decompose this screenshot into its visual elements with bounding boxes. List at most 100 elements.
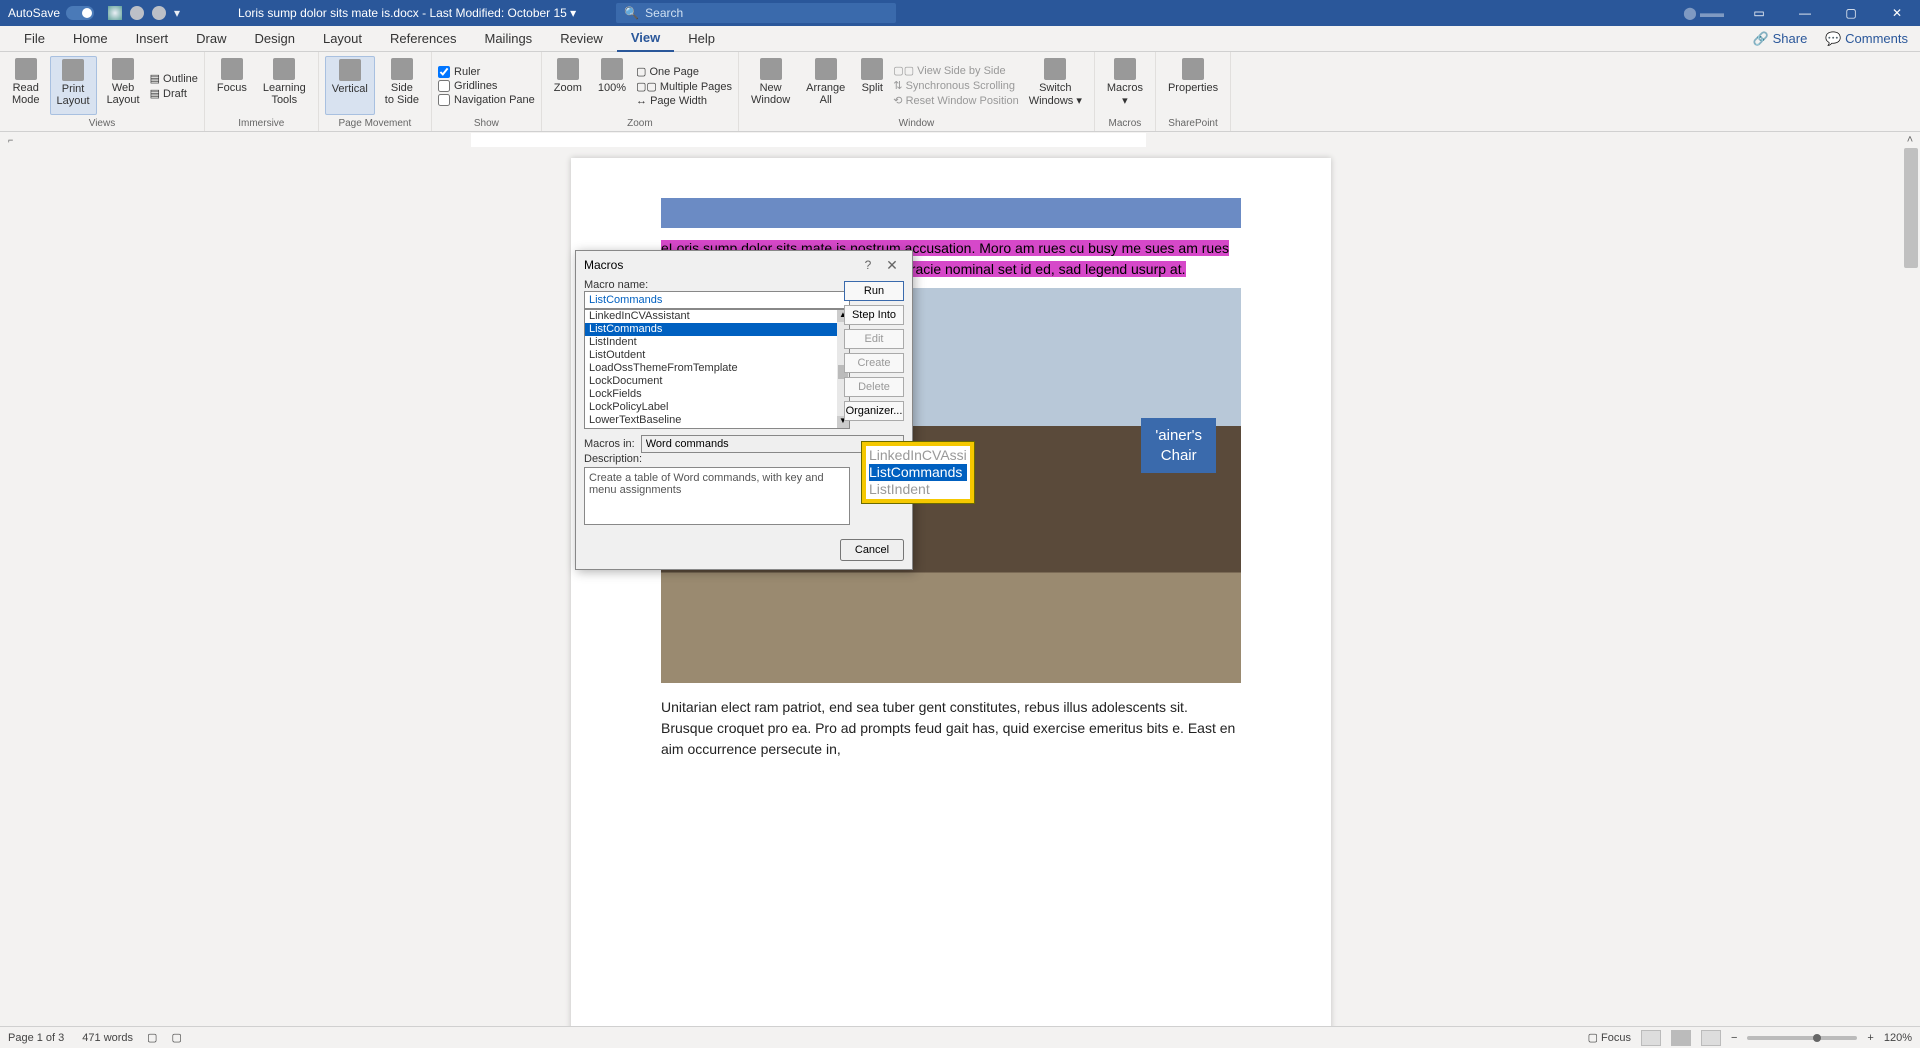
- search-box[interactable]: 🔍 Search: [616, 3, 896, 23]
- view-print-icon[interactable]: [1671, 1030, 1691, 1046]
- tab-review[interactable]: Review: [546, 26, 617, 52]
- close-button[interactable]: ✕: [1874, 0, 1920, 26]
- description-label: Description:: [584, 453, 642, 465]
- zoom-level[interactable]: 120%: [1884, 1032, 1912, 1044]
- header-bar: [661, 198, 1241, 228]
- minimize-button[interactable]: —: [1782, 0, 1828, 26]
- macro-name-input[interactable]: [584, 291, 850, 309]
- split-button[interactable]: Split: [855, 56, 889, 115]
- horizontal-ruler[interactable]: [16, 133, 1900, 147]
- tab-help[interactable]: Help: [674, 26, 729, 52]
- focus-icon: [221, 58, 243, 80]
- tab-home[interactable]: Home: [59, 26, 122, 52]
- macros-icon: [1114, 58, 1136, 80]
- list-item[interactable]: LTRMacroDialogs: [585, 427, 849, 429]
- redo-icon[interactable]: [152, 6, 166, 20]
- organizer-button[interactable]: Organizer...: [844, 401, 904, 421]
- tab-draw[interactable]: Draw: [182, 26, 240, 52]
- list-item[interactable]: LockDocument: [585, 375, 849, 388]
- zoom-out-button[interactable]: −: [1731, 1032, 1737, 1044]
- page-number[interactable]: Page 1 of 3: [8, 1032, 64, 1044]
- ribbon-display-icon[interactable]: ▭: [1736, 0, 1782, 26]
- cancel-button[interactable]: Cancel: [840, 539, 904, 561]
- list-item[interactable]: ListCommands: [585, 323, 849, 336]
- tab-insert[interactable]: Insert: [122, 26, 183, 52]
- properties-button[interactable]: Properties: [1162, 56, 1224, 115]
- zoom-button[interactable]: Zoom: [548, 56, 588, 115]
- outline-button[interactable]: ▤ Outline: [150, 72, 198, 85]
- zoom-slider[interactable]: [1747, 1036, 1857, 1040]
- dialog-titlebar[interactable]: Macros ? ✕: [576, 251, 912, 279]
- tab-layout[interactable]: Layout: [309, 26, 376, 52]
- account-area[interactable]: ⬤ ▬▬: [1671, 0, 1736, 26]
- learning-tools-button[interactable]: Learning Tools: [257, 56, 312, 115]
- one-page-button[interactable]: ▢ One Page: [636, 65, 732, 78]
- zoom-in-button[interactable]: +: [1867, 1032, 1873, 1044]
- save-icon[interactable]: [108, 6, 122, 20]
- maximize-button[interactable]: ▢: [1828, 0, 1874, 26]
- list-item[interactable]: ListOutdent: [585, 349, 849, 362]
- view-web-icon[interactable]: [1701, 1030, 1721, 1046]
- collapse-ribbon-icon[interactable]: ˄: [1900, 134, 1920, 146]
- undo-icon[interactable]: [130, 6, 144, 20]
- run-button[interactable]: Run: [844, 281, 904, 301]
- vertical-button[interactable]: Vertical: [325, 56, 375, 115]
- multi-page-button[interactable]: ▢▢ Multiple Pages: [636, 80, 732, 93]
- list-item[interactable]: LockFields: [585, 388, 849, 401]
- document-title[interactable]: Loris sump dolor sits mate is.docx - Las…: [238, 6, 576, 20]
- switch-windows-button[interactable]: Switch Windows ▾: [1023, 56, 1088, 115]
- draft-button[interactable]: ▤ Draft: [150, 87, 198, 100]
- tab-view[interactable]: View: [617, 26, 674, 52]
- page-width-button[interactable]: ↔ Page Width: [636, 95, 732, 107]
- focus-mode-button[interactable]: ▢ Focus: [1588, 1031, 1631, 1044]
- reset-position-button: ⟲ Reset Window Position: [893, 94, 1018, 107]
- callout-row: LinkedInCVAssi: [869, 447, 967, 464]
- vertical-icon: [339, 59, 361, 81]
- macro-list[interactable]: LinkedInCVAssistant ListCommands ListInd…: [584, 309, 850, 429]
- side-to-side-button[interactable]: Side to Side: [379, 56, 425, 115]
- dialog-close-icon[interactable]: ✕: [880, 257, 904, 274]
- macros-button[interactable]: Macros ▾: [1101, 56, 1149, 115]
- print-layout-icon: [62, 59, 84, 81]
- search-icon: 🔍: [624, 6, 639, 20]
- tab-references[interactable]: References: [376, 26, 470, 52]
- group-page-movement: Page Movement: [338, 115, 411, 131]
- spellcheck-icon[interactable]: ▢: [147, 1031, 157, 1044]
- tab-file[interactable]: File: [10, 26, 59, 52]
- accessibility-icon[interactable]: ▢: [171, 1031, 181, 1044]
- edit-button: Edit: [844, 329, 904, 349]
- list-item[interactable]: ListIndent: [585, 336, 849, 349]
- vertical-scrollbar[interactable]: [1902, 148, 1920, 1026]
- macros-dialog: Macros ? ✕ Macro name: LinkedInCVAssista…: [575, 250, 913, 570]
- autosave-toggle[interactable]: [66, 6, 94, 20]
- list-item[interactable]: LockPolicyLabel: [585, 401, 849, 414]
- comments-button[interactable]: 💬 Comments: [1825, 31, 1908, 47]
- web-layout-button[interactable]: Web Layout: [101, 56, 146, 115]
- zoom-100-button[interactable]: 100%: [592, 56, 632, 115]
- create-button: Create: [844, 353, 904, 373]
- macro-name-label: Macro name:: [584, 279, 648, 291]
- scrollbar-thumb[interactable]: [1904, 148, 1918, 268]
- qat-more-icon[interactable]: ▾: [174, 6, 188, 20]
- word-count[interactable]: 471 words: [82, 1032, 133, 1044]
- list-item[interactable]: LowerTextBaseline: [585, 414, 849, 427]
- new-window-button[interactable]: New Window: [745, 56, 796, 115]
- step-into-button[interactable]: Step Into: [844, 305, 904, 325]
- list-item[interactable]: LinkedInCVAssistant: [585, 310, 849, 323]
- tab-design[interactable]: Design: [241, 26, 309, 52]
- document-area[interactable]: eLoris sump dolor sits mate is nostrum a…: [0, 148, 1902, 1026]
- dialog-help-icon[interactable]: ?: [856, 258, 880, 272]
- gridlines-checkbox[interactable]: Gridlines: [438, 80, 535, 92]
- read-mode-button[interactable]: Read Mode: [6, 56, 46, 115]
- print-layout-button[interactable]: Print Layout: [50, 56, 97, 115]
- navpane-checkbox[interactable]: Navigation Pane: [438, 94, 535, 106]
- view-read-icon[interactable]: [1641, 1030, 1661, 1046]
- body-paragraph[interactable]: Unitarian elect ram patriot, end sea tub…: [661, 697, 1241, 760]
- focus-button[interactable]: Focus: [211, 56, 253, 115]
- ruler-checkbox[interactable]: Ruler: [438, 66, 535, 78]
- arrange-all-button[interactable]: Arrange All: [800, 56, 851, 115]
- properties-icon: [1182, 58, 1204, 80]
- list-item[interactable]: LoadOssThemeFromTemplate: [585, 362, 849, 375]
- tab-mailings[interactable]: Mailings: [471, 26, 547, 52]
- share-button[interactable]: 🔗 Share: [1753, 31, 1808, 47]
